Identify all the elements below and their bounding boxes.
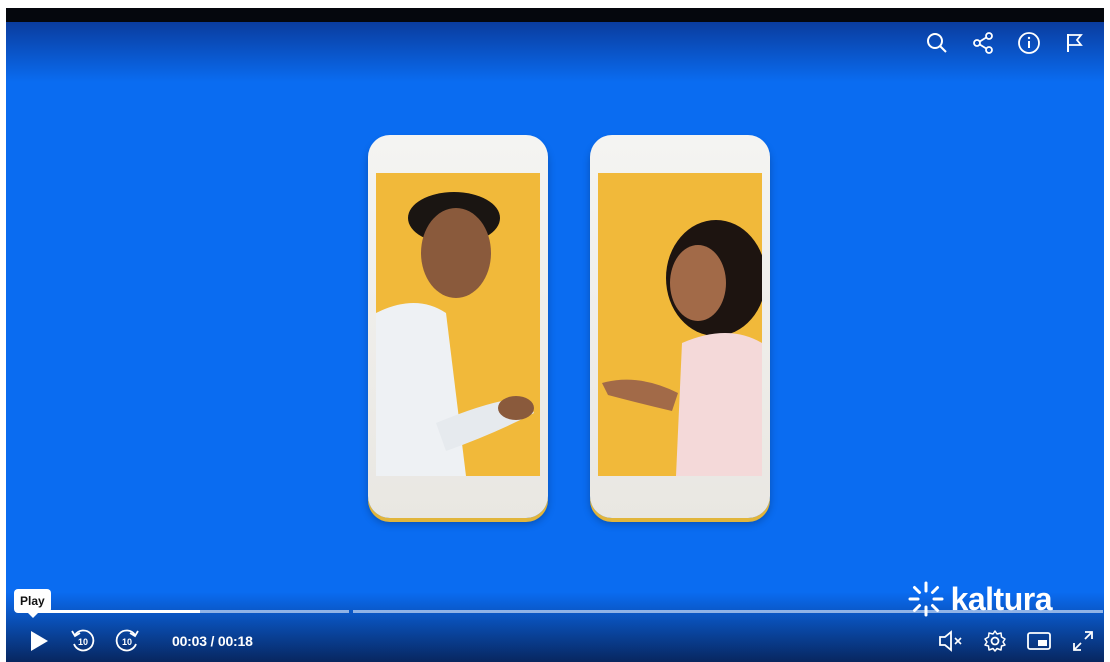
top-toolbar xyxy=(922,28,1090,58)
time-display: 00:03 / 00:18 xyxy=(172,633,253,649)
right-controls xyxy=(936,626,1098,656)
top-border xyxy=(6,8,1104,22)
info-icon[interactable] xyxy=(1014,28,1044,58)
play-tooltip: Play xyxy=(14,589,51,618)
phone-left xyxy=(368,135,548,518)
fullscreen-icon[interactable] xyxy=(1068,626,1098,656)
search-icon[interactable] xyxy=(922,28,952,58)
progress-bar[interactable] xyxy=(19,610,1103,613)
mute-icon[interactable] xyxy=(936,626,966,656)
forward-10-icon[interactable]: 10 xyxy=(112,626,142,656)
rewind-10-icon[interactable]: 10 xyxy=(68,626,98,656)
video-player[interactable]: kaltura 10 10 00:03 / 00:18 xyxy=(6,8,1104,662)
forward-10-label: 10 xyxy=(122,637,132,647)
progress-segment xyxy=(353,610,1103,613)
share-icon[interactable] xyxy=(968,28,998,58)
play-icon[interactable] xyxy=(24,626,54,656)
phone-right-screen xyxy=(598,173,762,476)
phone-right xyxy=(590,135,770,518)
left-controls: 10 10 00:03 / 00:18 xyxy=(24,626,253,656)
rewind-10-label: 10 xyxy=(78,637,88,647)
picture-in-picture-icon[interactable] xyxy=(1024,626,1054,656)
flag-icon[interactable] xyxy=(1060,28,1090,58)
control-bar: 10 10 00:03 / 00:18 xyxy=(6,610,1104,662)
phone-left-screen xyxy=(376,173,540,476)
settings-icon[interactable] xyxy=(980,626,1010,656)
